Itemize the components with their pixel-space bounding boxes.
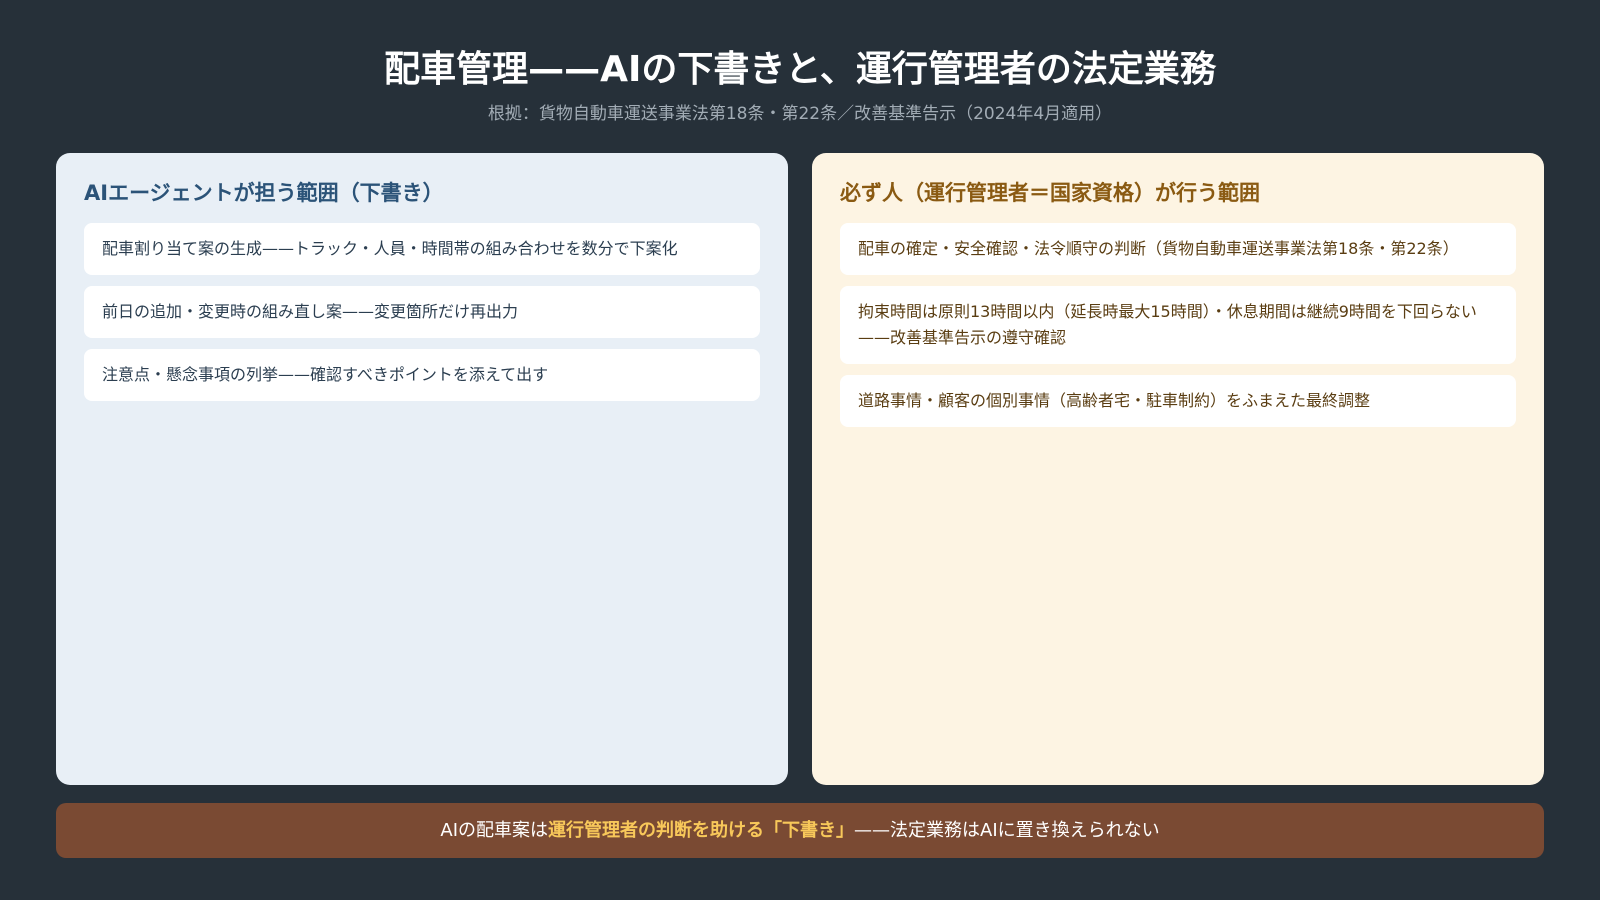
page-subtitle: 根拠：貨物自動車運送事業法第18条・第22条／改善基準告示（2024年4月適用）: [487, 104, 1113, 124]
human-scope-heading: 必ず人（運行管理者＝国家資格）が行う範囲: [840, 181, 1260, 205]
banner-highlight: 運行管理者の判断を助ける「下書き」: [548, 820, 854, 841]
ai-scope-item: 前日の追加・変更時の組み直し案——変更箇所だけ再出力: [84, 286, 760, 338]
conclusion-banner: AIの配車案は運行管理者の判断を助ける「下書き」——法定業務はAIに置き換えられ…: [56, 803, 1544, 858]
human-scope-item: 配車の確定・安全確認・法令順守の判断（貨物自動車運送事業法第18条・第22条）: [840, 223, 1516, 275]
human-scope-item: 道路事情・顧客の個別事情（高齢者宅・駐車制約）をふまえた最終調整: [840, 375, 1516, 427]
banner-suffix: ——法定業務はAIに置き換えられない: [854, 820, 1160, 841]
ai-scope-item: 配車割り当て案の生成——トラック・人員・時間帯の組み合わせを数分で下案化: [84, 223, 760, 275]
page-title: 配車管理——AIの下書きと、運行管理者の法定業務: [384, 49, 1216, 90]
ai-scope-heading: AIエージェントが担う範囲（下書き）: [84, 181, 444, 205]
ai-scope-item: 注意点・懸念事項の列挙——確認すべきポイントを添えて出す: [84, 349, 760, 401]
banner-prefix: AIの配車案は: [440, 820, 548, 841]
human-scope-panel: 必ず人（運行管理者＝国家資格）が行う範囲 配車の確定・安全確認・法令順守の判断（…: [812, 153, 1544, 785]
human-scope-item: 拘束時間は原則13時間以内（延長時最大15時間）・休息期間は継続9時間を下回らな…: [840, 286, 1516, 364]
ai-scope-panel: AIエージェントが担う範囲（下書き） 配車割り当て案の生成——トラック・人員・時…: [56, 153, 788, 785]
